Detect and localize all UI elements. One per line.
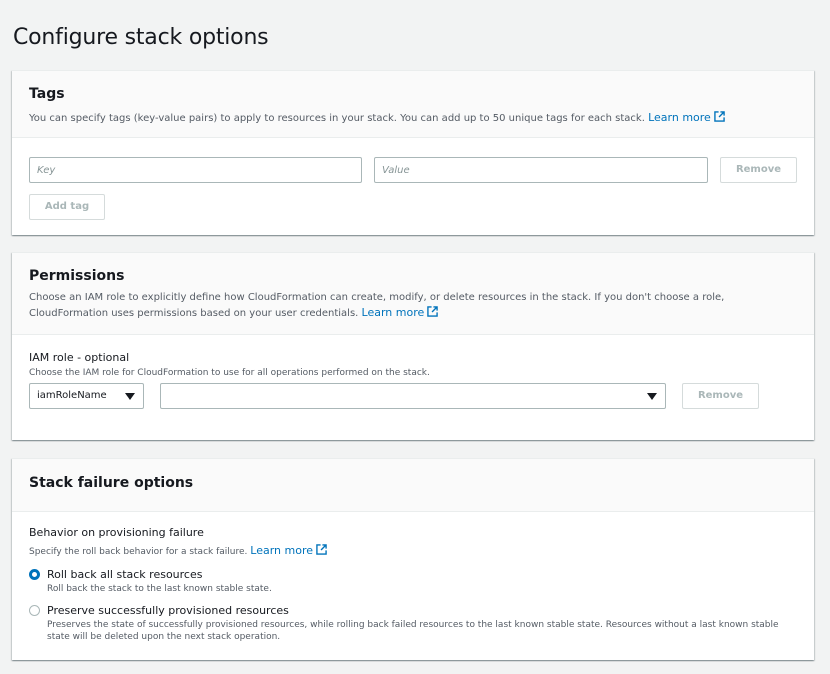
tags-learn-more-link[interactable]: Learn more	[648, 111, 725, 124]
tags-description-text: You can specify tags (key-value pairs) t…	[29, 113, 645, 124]
stack-failure-title: Stack failure options	[29, 475, 194, 491]
page-title: Configure stack options	[13, 25, 269, 50]
caret-down-icon	[125, 393, 135, 400]
external-link-icon	[316, 544, 327, 555]
iam-role-description: Choose the IAM role for CloudFormation t…	[29, 368, 430, 378]
preserve-resources-radio[interactable]	[29, 605, 40, 616]
behavior-label: Behavior on provisioning failure	[29, 526, 204, 539]
failure-learn-more-label: Learn more	[250, 544, 313, 557]
failure-learn-more-link[interactable]: Learn more	[250, 544, 327, 557]
permissions-panel: Permissions Choose an IAM role to explic…	[12, 252, 814, 440]
tag-key-input[interactable]: Key	[29, 157, 362, 183]
stack-failure-panel: Stack failure options Behavior on provis…	[12, 458, 814, 660]
caret-down-icon	[647, 393, 657, 400]
permissions-title: Permissions	[29, 268, 125, 284]
add-tag-button[interactable]: Add tag	[29, 194, 105, 220]
behavior-description: Specify the roll back behavior for a sta…	[29, 544, 327, 557]
rollback-all-description: Roll back the stack to the last known st…	[47, 584, 272, 594]
preserve-resources-description: Preserves the state of successfully prov…	[47, 620, 779, 642]
rollback-all-label[interactable]: Roll back all stack resources	[47, 568, 202, 581]
external-link-icon	[427, 306, 439, 317]
permissions-panel-header: Permissions Choose an IAM role to explic…	[12, 253, 814, 335]
tag-value-placeholder: Value	[382, 165, 410, 176]
tags-title: Tags	[29, 86, 65, 102]
behavior-description-text: Specify the roll back behavior for a sta…	[29, 547, 248, 557]
iam-role-remove-button[interactable]: Remove	[682, 383, 759, 409]
stack-failure-panel-header: Stack failure options	[12, 459, 814, 512]
permissions-description: Choose an IAM role to explicitly define …	[29, 290, 797, 321]
external-link-icon	[714, 111, 725, 122]
iam-role-type-value: iamRoleName	[37, 390, 107, 401]
permissions-learn-more-link[interactable]: Learn more	[362, 306, 439, 319]
tags-description: You can specify tags (key-value pairs) t…	[29, 110, 797, 126]
tags-panel: Tags You can specify tags (key-value pai…	[12, 70, 814, 235]
tag-key-placeholder: Key	[37, 165, 56, 176]
tag-value-input[interactable]: Value	[374, 157, 708, 183]
tags-panel-header: Tags You can specify tags (key-value pai…	[12, 71, 814, 138]
iam-role-value-select[interactable]	[160, 383, 666, 409]
rollback-all-radio[interactable]	[29, 569, 40, 580]
preserve-resources-label[interactable]: Preserve successfully provisioned resour…	[47, 604, 289, 617]
tag-remove-button[interactable]: Remove	[720, 157, 797, 183]
iam-role-label: IAM role - optional	[29, 351, 130, 364]
permissions-learn-more-label: Learn more	[361, 306, 425, 319]
tags-learn-more-label: Learn more	[648, 111, 711, 124]
iam-role-type-select[interactable]: iamRoleName	[29, 383, 144, 409]
